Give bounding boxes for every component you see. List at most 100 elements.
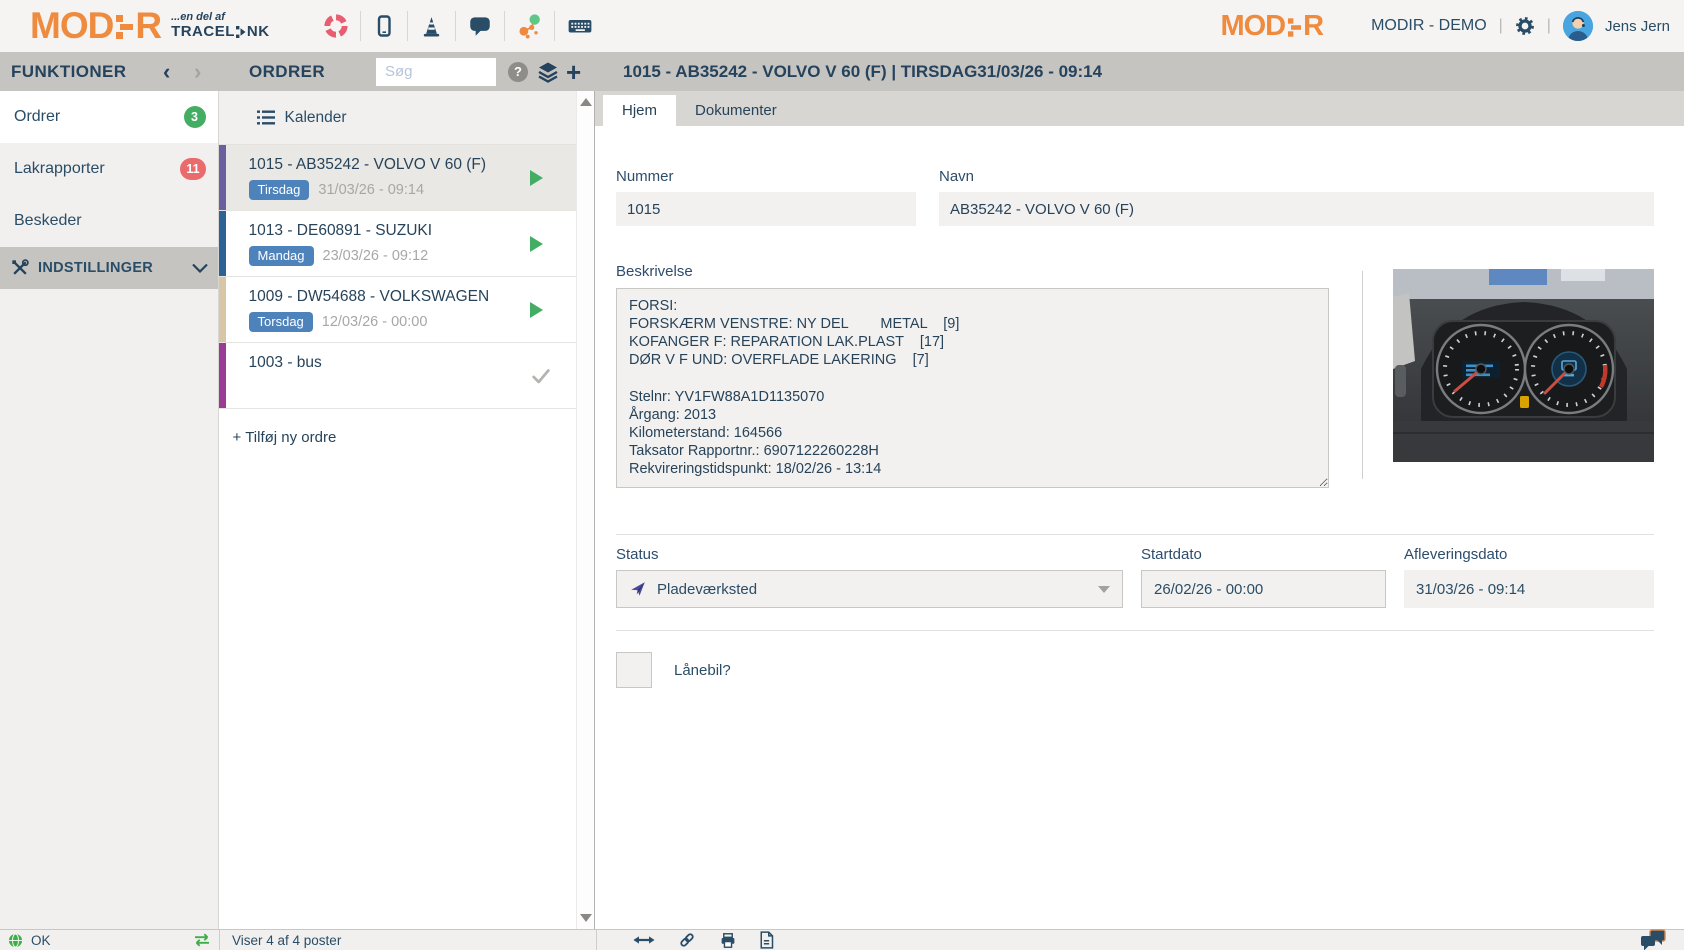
- divider: [616, 534, 1654, 535]
- beskrivelse-label: Beskrivelse: [616, 263, 1329, 280]
- tagline-line2: TRACEL NK: [171, 24, 270, 40]
- modir-logo-right: MOD R: [1220, 10, 1323, 43]
- modir-logo-text: MOD R: [30, 5, 161, 47]
- sidebar-item-label: Beskeder: [14, 212, 82, 230]
- paper-plane-icon: [629, 580, 647, 598]
- divider: |: [1499, 17, 1503, 35]
- order-datetime: 12/03/26 - 00:00: [322, 314, 428, 330]
- chevron-down-icon: [192, 263, 208, 273]
- order-title: 1003 - bus: [249, 354, 531, 372]
- lifebuoy-icon[interactable]: [312, 13, 360, 39]
- list-scrollbar[interactable]: [576, 91, 594, 929]
- logo-left: MOD: [30, 5, 113, 47]
- sidebar-item-ordrer[interactable]: Ordrer 3: [0, 91, 218, 143]
- scroll-down-icon[interactable]: [580, 914, 592, 922]
- order-detail-panel: Hjem Dokumenter Nummer 1015 Navn AB35242…: [594, 91, 1684, 929]
- sidebar-settings-label: INDSTILLINGER: [38, 260, 153, 276]
- status-value: Pladeværksted: [657, 581, 757, 598]
- order-title: 1015 - AB35242 - VOLVO V 60 (F): [249, 156, 531, 174]
- tab-hjem[interactable]: Hjem: [603, 95, 676, 126]
- sidebar-item-lakrapporter[interactable]: Lakrapporter 11: [0, 143, 218, 195]
- status-bar: OK Viser 4 af 4 poster: [0, 929, 1684, 950]
- keyboard-icon[interactable]: [555, 13, 605, 39]
- navn-field[interactable]: AB35242 - VOLVO V 60 (F): [939, 192, 1654, 226]
- start-order-icon[interactable]: [530, 302, 543, 318]
- section-toolbar: FUNKTIONER ‹ › ORDRER ? + 1015 - AB35242…: [0, 52, 1684, 91]
- tracelink-tagline: ...en del af TRACEL NK: [171, 12, 270, 39]
- sidebar-item-label: Ordrer: [14, 108, 60, 126]
- resize-horizontal-icon[interactable]: [633, 933, 655, 947]
- tools-icon: [10, 258, 30, 278]
- dropdown-caret-icon: [1098, 586, 1110, 593]
- order-list-item[interactable]: 1003 - bus: [219, 343, 577, 409]
- tracelink-glyph-icon: [236, 25, 246, 39]
- link-icon[interactable]: [677, 930, 697, 950]
- user-avatar[interactable]: [1563, 11, 1593, 41]
- printer-icon[interactable]: [719, 932, 737, 949]
- topbar-icon-row: [312, 0, 605, 52]
- modir-colon-glyph-icon: [1288, 17, 1301, 38]
- order-datetime: 31/03/26 - 09:14: [318, 182, 424, 198]
- help-icon[interactable]: ?: [508, 62, 528, 82]
- share-network-icon[interactable]: [505, 13, 554, 40]
- add-icon[interactable]: +: [566, 59, 581, 85]
- car-dashboard-photo[interactable]: [1393, 269, 1654, 462]
- list-icon: [257, 109, 275, 126]
- layers-icon[interactable]: [536, 60, 560, 84]
- beskrivelse-textarea[interactable]: FORSI: FORSKÆRM VENSTRE: NY DEL METAL [9…: [616, 288, 1329, 488]
- chat-bubble-icon[interactable]: [456, 13, 504, 39]
- top-bar: MOD R ...en del af TRACEL NK: [0, 0, 1684, 52]
- user-name: Jens Jern: [1605, 18, 1670, 35]
- account-area: MOD R MODIR - DEMO | | Jens Jern: [1220, 0, 1670, 52]
- tab-label: Dokumenter: [695, 102, 777, 119]
- traffic-cone-icon[interactable]: [408, 13, 455, 39]
- status-ok-text: OK: [31, 933, 51, 948]
- divider: |: [1547, 17, 1551, 35]
- order-list-item[interactable]: 1013 - DE60891 - SUZUKI Mandag 23/03/26 …: [219, 211, 577, 277]
- nummer-field[interactable]: 1015: [616, 192, 916, 226]
- record-count-text: Viser 4 af 4 poster: [232, 933, 341, 948]
- start-order-icon[interactable]: [530, 236, 543, 252]
- order-list-item[interactable]: 1015 - AB35242 - VOLVO V 60 (F) Tirsdag …: [219, 145, 577, 211]
- afleveringsdato-field[interactable]: 31/03/26 - 09:14: [1404, 570, 1654, 608]
- swap-arrows-icon[interactable]: [193, 933, 211, 947]
- scroll-up-icon[interactable]: [580, 98, 592, 106]
- tab-dokumenter[interactable]: Dokumenter: [676, 95, 796, 126]
- pdf-file-icon[interactable]: [759, 931, 774, 949]
- order-accent-bar: [219, 343, 226, 408]
- add-order-button[interactable]: + Tilføj ny ordre: [219, 409, 577, 446]
- laanebil-checkbox[interactable]: [616, 652, 652, 688]
- navn-label: Navn: [939, 168, 1654, 185]
- functions-sidebar: Ordrer 3 Lakrapporter 11 Beskeder INDSTI…: [0, 91, 219, 929]
- day-badge: Torsdag: [249, 312, 313, 332]
- globe-icon: [8, 933, 23, 948]
- status-select[interactable]: Pladeværksted: [616, 570, 1123, 608]
- day-badge: Tirsdag: [249, 180, 310, 200]
- search-input[interactable]: [376, 58, 496, 86]
- nummer-label: Nummer: [616, 168, 916, 185]
- functions-panel-title: FUNKTIONER: [11, 62, 126, 82]
- collapse-left-icon[interactable]: ‹: [163, 61, 170, 83]
- start-order-icon[interactable]: [530, 170, 543, 186]
- gear-icon[interactable]: [1515, 16, 1535, 36]
- day-badge: Mandag: [249, 246, 314, 266]
- calendar-view-toggle[interactable]: Kalender: [219, 91, 577, 145]
- environment-label: MODIR - DEMO: [1371, 17, 1487, 35]
- calendar-label: Kalender: [285, 109, 347, 127]
- sidebar-item-settings[interactable]: INDSTILLINGER: [0, 247, 218, 289]
- order-accent-bar: [219, 211, 226, 276]
- chat-windows-icon[interactable]: [1638, 929, 1668, 950]
- sidebar-item-beskeder[interactable]: Beskeder: [0, 195, 218, 247]
- connection-status-section: OK: [0, 930, 220, 950]
- chat-windows-section: [1638, 929, 1684, 950]
- expand-right-icon[interactable]: ›: [194, 61, 201, 83]
- logo-right: R: [135, 5, 161, 47]
- startdato-field[interactable]: 26/02/26 - 00:00: [1141, 570, 1386, 608]
- completed-check-icon: [530, 365, 552, 387]
- order-list-item[interactable]: 1009 - DW54688 - VOLKSWAGEN Torsdag 12/0…: [219, 277, 577, 343]
- tab-label: Hjem: [622, 102, 657, 119]
- smartphone-icon[interactable]: [361, 13, 407, 39]
- modir-colon-glyph-icon: [116, 14, 133, 40]
- divider: [1362, 271, 1363, 479]
- order-accent-bar: [219, 145, 226, 210]
